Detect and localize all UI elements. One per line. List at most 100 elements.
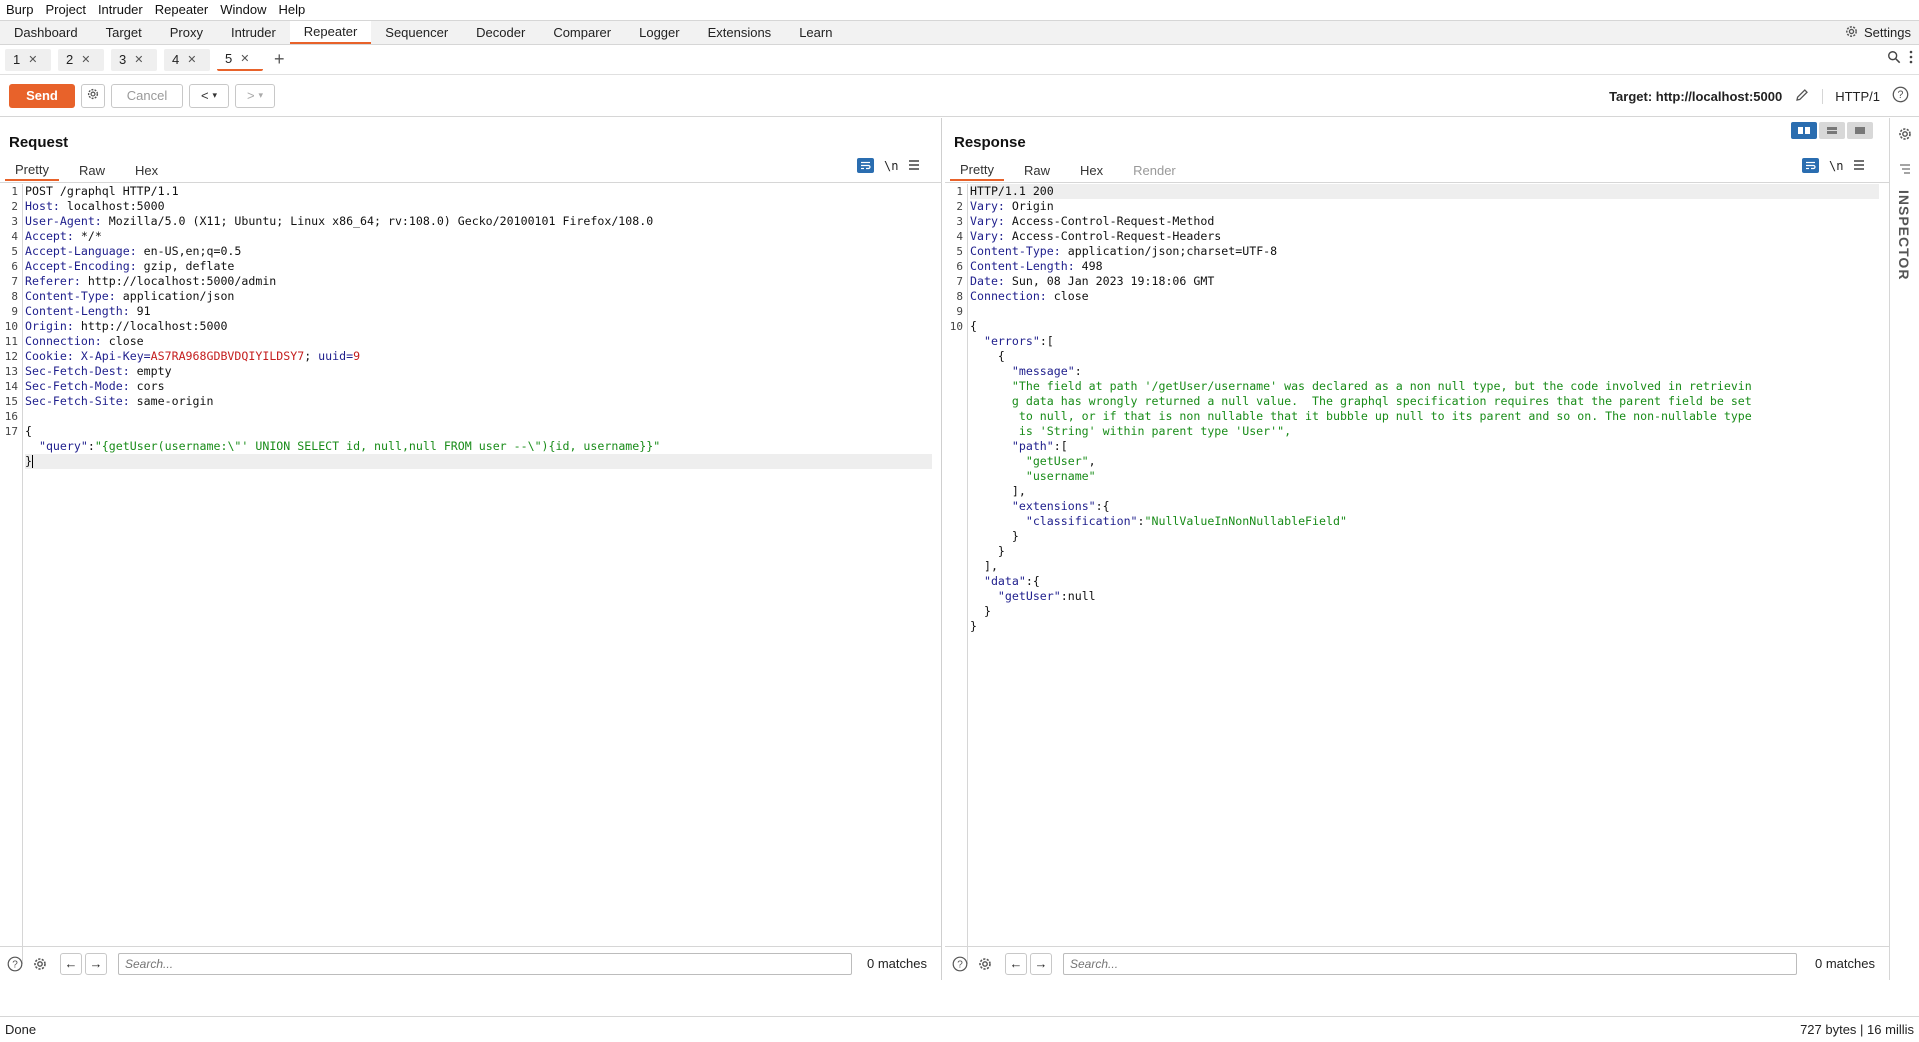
- request-search-bar: ? ← → 0 matches: [0, 946, 941, 980]
- chevron-down-icon: ▾: [258, 90, 264, 100]
- code-line: Sec-Fetch-Site: same-origin: [25, 394, 214, 408]
- inspector-tab[interactable]: INSPECTOR: [1896, 190, 1912, 280]
- code-line: Accept: */*: [25, 229, 102, 243]
- tab-sequencer[interactable]: Sequencer: [371, 21, 462, 44]
- menu-burp[interactable]: Burp: [0, 1, 39, 19]
- response-tab-pretty[interactable]: Pretty: [950, 159, 1004, 181]
- code-line: "path":[: [1011, 439, 1068, 453]
- code-line: is 'String' within parent type 'User'",: [970, 424, 1292, 438]
- http-version-label[interactable]: HTTP/1: [1822, 88, 1880, 104]
- menu-intruder[interactable]: Intruder: [92, 1, 149, 19]
- response-stats: 727 bytes | 16 millis: [1800, 1022, 1914, 1037]
- menu-lines-icon[interactable]: [1853, 158, 1865, 173]
- close-icon[interactable]: ✕: [134, 53, 143, 66]
- gear-icon[interactable]: [1897, 126, 1913, 145]
- word-wrap-toggle-icon[interactable]: [1802, 158, 1819, 173]
- menu-project[interactable]: Project: [39, 1, 91, 19]
- arrow-left-icon[interactable]: ←: [60, 952, 82, 975]
- response-code[interactable]: HTTP/1.1 200 Vary: Origin Vary: Access-C…: [970, 184, 1879, 634]
- gear-icon[interactable]: [29, 953, 51, 975]
- line-number: 3: [956, 215, 963, 228]
- close-icon[interactable]: ✕: [187, 53, 196, 66]
- help-icon[interactable]: ?: [1892, 86, 1909, 106]
- code-line: "getUser",: [1025, 454, 1096, 468]
- search-icon[interactable]: [1887, 50, 1901, 67]
- code-line: "message":: [1011, 364, 1082, 378]
- close-icon[interactable]: ✕: [240, 52, 249, 65]
- edit-pencil-icon[interactable]: [1794, 87, 1810, 106]
- repeater-tab-tools: [1887, 50, 1913, 67]
- code-line: {: [25, 424, 32, 438]
- close-icon[interactable]: ✕: [28, 53, 37, 66]
- newline-toggle[interactable]: \n: [884, 159, 898, 173]
- code-line: }: [970, 604, 991, 618]
- repeater-tab-1[interactable]: 1 ✕: [5, 48, 51, 71]
- code-line: "The field at path '/getUser/username' w…: [970, 379, 1752, 393]
- request-search-input[interactable]: [118, 952, 852, 975]
- response-search-input[interactable]: [1063, 952, 1797, 975]
- menu-window[interactable]: Window: [214, 1, 272, 19]
- help-icon[interactable]: ?: [4, 953, 26, 975]
- request-tab-raw[interactable]: Raw: [69, 159, 115, 181]
- code-line-text: }: [25, 454, 32, 468]
- tab-logger[interactable]: Logger: [625, 21, 693, 44]
- layout-side-by-side-icon[interactable]: [1791, 122, 1817, 139]
- arrow-right-icon[interactable]: →: [1030, 952, 1052, 975]
- word-wrap-toggle-icon[interactable]: [857, 158, 874, 173]
- status-text: Done: [5, 1022, 37, 1037]
- response-tab-raw[interactable]: Raw: [1014, 159, 1060, 181]
- close-icon[interactable]: ✕: [81, 53, 90, 66]
- settings-button[interactable]: Settings: [1844, 21, 1911, 44]
- tab-repeater[interactable]: Repeater: [289, 21, 372, 44]
- code-line: Vary: Access-Control-Request-Method: [970, 214, 1215, 228]
- arrow-left-icon[interactable]: ←: [1005, 952, 1027, 975]
- more-options-icon[interactable]: [1909, 50, 1913, 67]
- code-line: Vary: Origin: [970, 199, 1054, 213]
- help-icon[interactable]: ?: [949, 953, 971, 975]
- code-line: Origin: http://localhost:5000: [25, 319, 228, 333]
- tab-proxy[interactable]: Proxy: [156, 21, 217, 44]
- layout-stacked-icon[interactable]: [1819, 122, 1845, 139]
- request-panel: Request Pretty Raw Hex \n 1 2 3 4 5 6 7 …: [0, 118, 942, 980]
- newline-toggle[interactable]: \n: [1829, 159, 1843, 173]
- menu-help[interactable]: Help: [272, 1, 311, 19]
- lines-icon[interactable]: [1899, 162, 1911, 177]
- response-editor[interactable]: 1 2 3 4 5 6 7 8 9 10 HTTP/1.1 200 Vary: …: [945, 184, 1889, 964]
- history-back-button[interactable]: < ▾: [189, 83, 229, 108]
- response-tab-render[interactable]: Render: [1123, 159, 1186, 181]
- line-number: 16: [4, 410, 18, 423]
- code-line: {: [970, 319, 977, 333]
- history-forward-button[interactable]: > ▾: [235, 83, 275, 108]
- request-match-count: 0 matches: [867, 956, 927, 971]
- tab-intruder[interactable]: Intruder: [217, 21, 290, 44]
- tab-dashboard[interactable]: Dashboard: [0, 21, 92, 44]
- tab-comparer[interactable]: Comparer: [539, 21, 625, 44]
- tab-target[interactable]: Target: [92, 21, 156, 44]
- tab-decoder[interactable]: Decoder: [462, 21, 539, 44]
- request-tab-hex[interactable]: Hex: [125, 159, 168, 181]
- cancel-button[interactable]: Cancel: [111, 83, 183, 108]
- repeater-tab-4[interactable]: 4 ✕: [164, 48, 210, 71]
- send-button[interactable]: Send: [9, 83, 75, 108]
- arrow-right-icon[interactable]: →: [85, 952, 107, 975]
- code-line: Date: Sun, 08 Jan 2023 19:18:06 GMT: [970, 274, 1215, 288]
- code-line: Accept-Encoding: gzip, deflate: [25, 259, 235, 273]
- repeater-tab-2[interactable]: 2 ✕: [58, 48, 104, 71]
- menu-repeater[interactable]: Repeater: [149, 1, 214, 19]
- request-tab-pretty[interactable]: Pretty: [5, 159, 59, 181]
- request-editor[interactable]: 1 2 3 4 5 6 7 8 9 10 11 12 13 14 15 16 1…: [0, 184, 942, 964]
- request-code[interactable]: POST /graphql HTTP/1.1 Host: localhost:5…: [25, 184, 932, 469]
- svg-text:?: ?: [12, 959, 18, 970]
- gear-icon[interactable]: [974, 953, 996, 975]
- tab-extensions[interactable]: Extensions: [694, 21, 786, 44]
- line-number: 8: [11, 290, 18, 303]
- menu-lines-icon[interactable]: [908, 158, 920, 173]
- send-options-button[interactable]: [81, 83, 105, 108]
- tab-learn[interactable]: Learn: [785, 21, 846, 44]
- add-tab-icon[interactable]: +: [274, 49, 285, 70]
- layout-single-icon[interactable]: [1847, 122, 1873, 139]
- repeater-tab-3[interactable]: 3 ✕: [111, 48, 157, 71]
- repeater-tab-5[interactable]: 5 ✕: [217, 48, 263, 71]
- response-tab-hex[interactable]: Hex: [1070, 159, 1113, 181]
